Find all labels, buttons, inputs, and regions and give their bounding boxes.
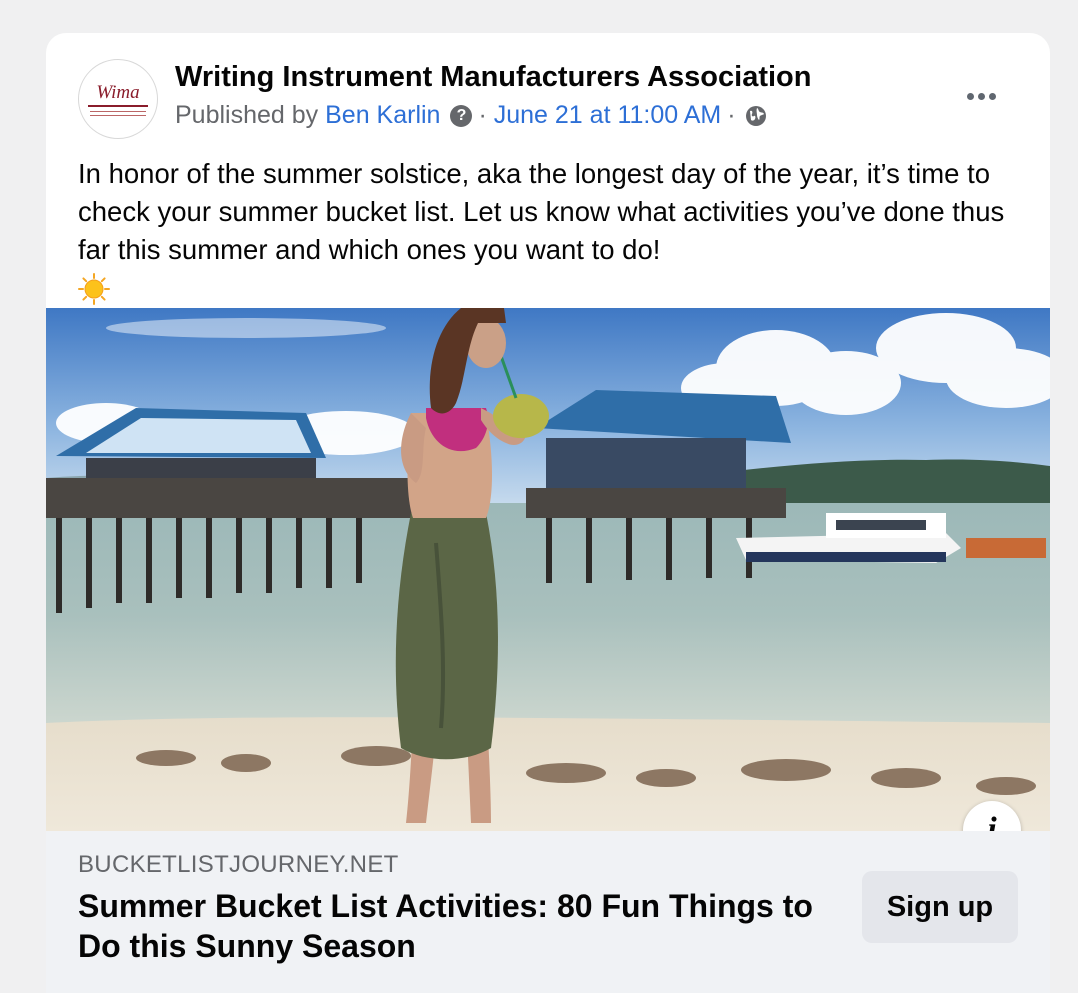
post-meta: Published by Ben Karlin ? · June 21 at 1… — [175, 101, 768, 130]
page-avatar[interactable]: Wima — [78, 59, 158, 139]
post-body: In honor of the summer solstice, aka the… — [78, 155, 1028, 315]
page-name-link[interactable]: Writing Instrument Manufacturers Associa… — [175, 61, 811, 94]
author-link[interactable]: Ben Karlin — [325, 101, 440, 130]
avatar-logo-subline — [90, 110, 146, 116]
timestamp-link[interactable]: June 21 at 11:00 AM — [494, 101, 721, 130]
more-dot — [977, 92, 985, 100]
more-options-icon[interactable] — [956, 85, 1006, 107]
link-domain: BUCKETLISTJOURNEY.NET — [78, 851, 399, 878]
avatar-logo-text: Wima — [96, 81, 140, 103]
link-title[interactable]: Summer Bucket List Activities: 80 Fun Th… — [78, 886, 838, 966]
published-by-label: Published by — [175, 101, 319, 129]
sun-icon — [78, 273, 110, 305]
more-dot — [988, 92, 996, 100]
meta-separator-2: · — [727, 101, 736, 129]
link-preview[interactable]: BUCKETLISTJOURNEY.NET Summer Bucket List… — [46, 831, 1050, 993]
help-icon[interactable]: ? — [450, 104, 473, 127]
more-dot — [966, 92, 974, 100]
sign-up-button[interactable]: Sign up — [862, 871, 1018, 943]
avatar-logo-line — [88, 104, 148, 107]
post-photo[interactable] — [46, 308, 1050, 831]
post-text: In honor of the summer solstice, aka the… — [78, 158, 1005, 265]
meta-separator: · — [478, 101, 487, 129]
post-card: Wima Writing Instrument Manufacturers As… — [46, 33, 1050, 993]
globe-icon[interactable] — [744, 104, 768, 128]
beach-photo-illustration — [46, 308, 1050, 831]
